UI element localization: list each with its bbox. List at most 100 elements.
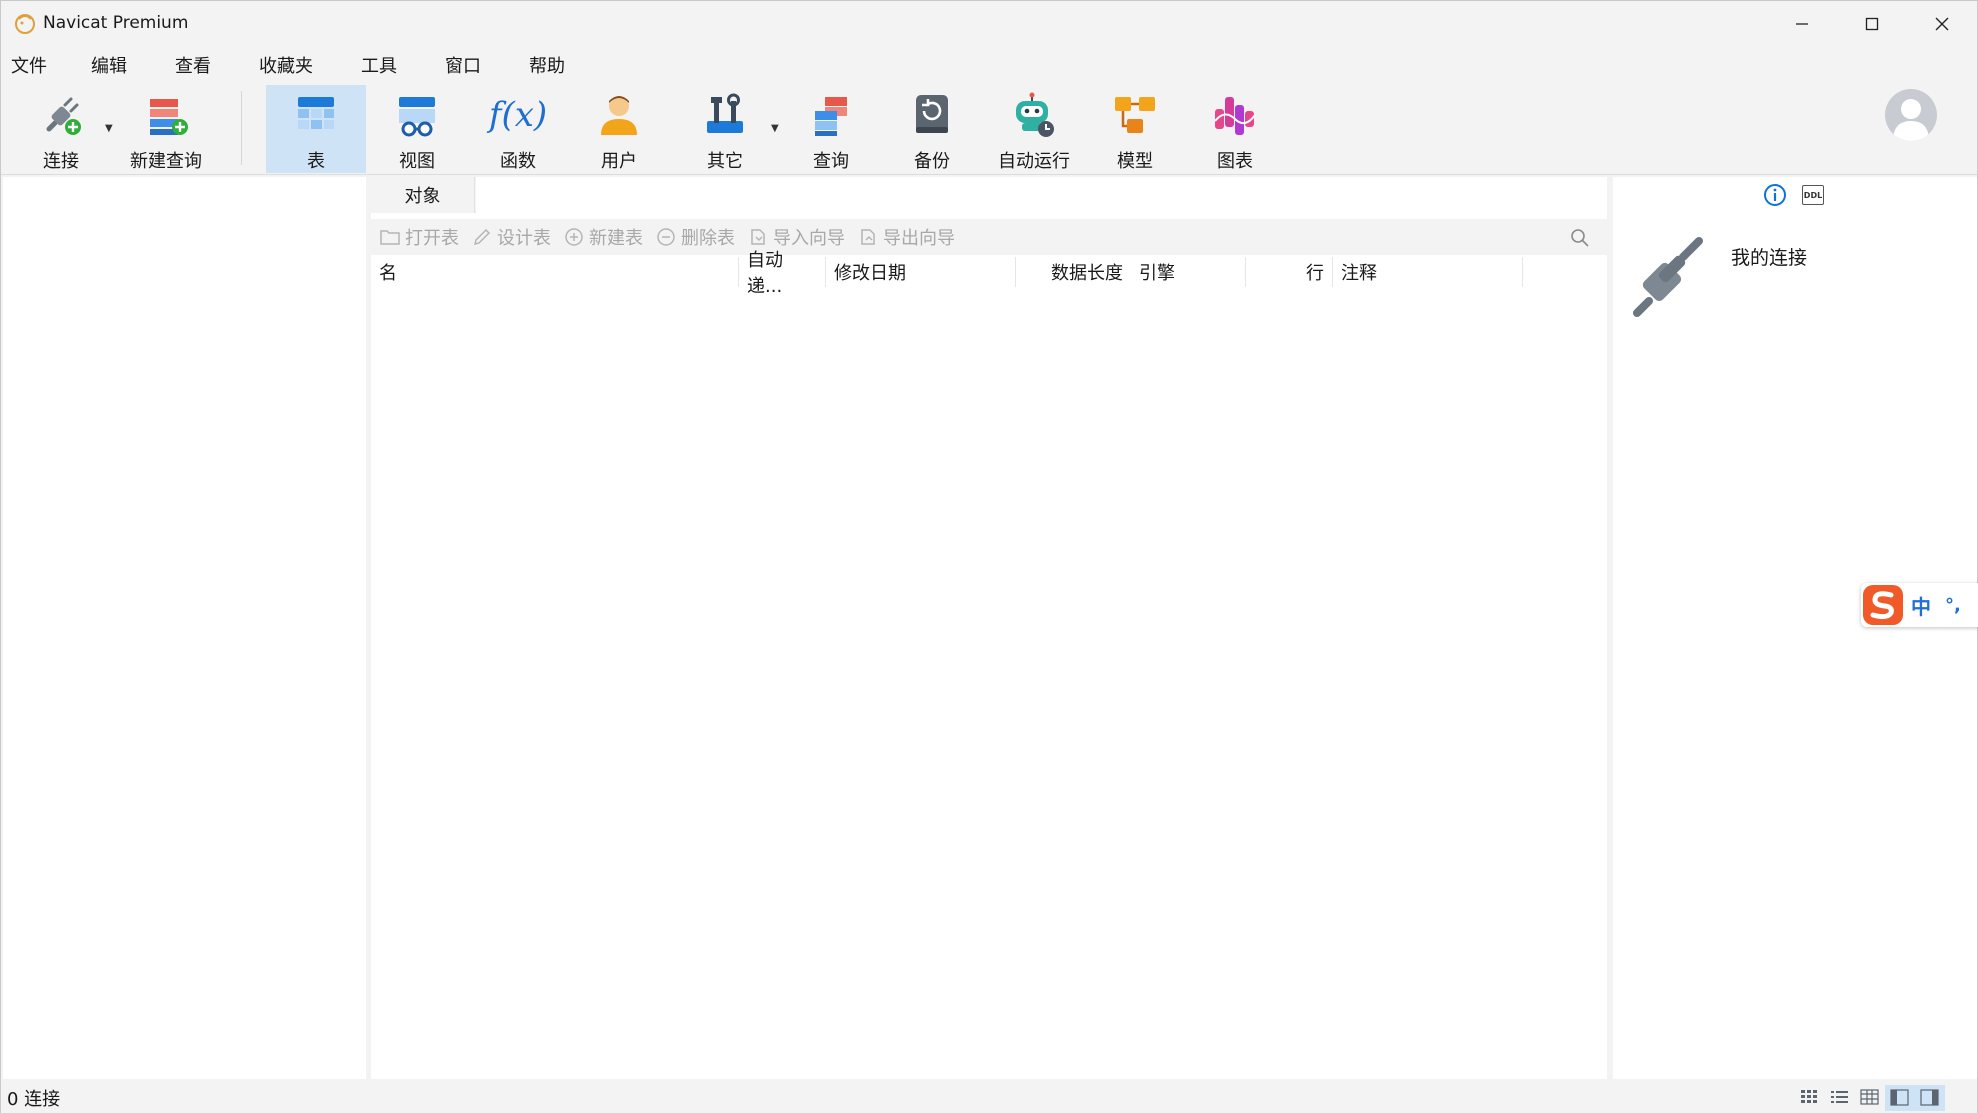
menu-view[interactable]: 查看 [163,52,223,78]
tab-objects-label: 对象 [404,186,441,207]
navicat-logo-icon [15,14,35,34]
toolbar-other-button[interactable]: 其它 [685,85,765,173]
menu-window[interactable]: 窗口 [433,52,493,78]
chart-icon [1209,89,1261,141]
menu-help[interactable]: 帮助 [517,52,577,78]
toolbar-separator [241,91,242,165]
toolbar-model-label: 模型 [1117,151,1153,172]
view-mode-switcher [1795,1085,1945,1111]
connect-dropdown-caret-icon[interactable]: ▼ [105,123,113,134]
toolbar-backup-button[interactable]: 备份 [892,85,972,173]
open-table-button[interactable]: 打开表 [379,224,459,250]
list-view-button[interactable] [1825,1085,1855,1111]
minimize-button[interactable] [1767,1,1837,47]
close-button[interactable] [1907,1,1977,47]
ime-punctuation-indicator[interactable]: °, [1945,595,1961,616]
user-avatar[interactable] [1885,89,1937,141]
design-table-button[interactable]: 设计表 [471,224,551,250]
toolbar-table-button[interactable]: 表 [266,85,366,173]
toolbar-new-query-button[interactable]: 新建查询 [125,85,207,173]
column-header-engine[interactable]: 引擎 [1131,257,1246,287]
toolbar-function-button[interactable]: f(x) 函数 [478,85,558,173]
toolbar-other-label: 其它 [707,151,743,172]
detail-view-button[interactable] [1855,1085,1885,1111]
close-icon [1935,17,1949,31]
toolbar-connect-button[interactable]: 连接 [23,85,99,173]
toolbar-model-button[interactable]: 模型 [1095,85,1175,173]
toolbar-backup-label: 备份 [914,151,950,172]
column-header-modified-date-label: 修改日期 [834,263,906,284]
tab-objects[interactable]: 对象 [371,177,475,213]
grid-view-button[interactable] [1795,1085,1825,1111]
column-header-modified-date[interactable]: 修改日期 [826,257,1016,287]
toolbar-automation-label: 自动运行 [998,151,1070,172]
toolbar-query-button[interactable]: 查询 [791,85,871,173]
backup-icon [906,89,958,141]
open-table-label: 打开表 [405,228,459,249]
new-query-icon [140,89,192,141]
design-table-label: 设计表 [497,228,551,249]
main-toolbar: 连接 ▼ 新建查询 表 视图 f(x) 函数 用户 其它 ▼ 查询 备份 自动运… [1,83,1977,175]
column-header-comment[interactable]: 注释 [1333,257,1523,287]
object-action-bar: 打开表 设计表 新建表 删除表 导入向导 导出向导 [371,219,1607,255]
menu-favorites[interactable]: 收藏夹 [247,52,325,78]
column-header-rows[interactable]: 行 [1246,257,1333,287]
menu-bar: 文件 编辑 查看 收藏夹 工具 窗口 帮助 [1,47,1977,83]
maximize-icon [1865,17,1879,31]
column-header-auto-increment[interactable]: 自动递... [739,250,826,297]
minus-circle-icon [655,226,677,248]
function-icon: f(x) [488,95,548,135]
tab-strip-empty [476,177,1607,213]
other-dropdown-caret-icon[interactable]: ▼ [771,123,779,134]
export-wizard-label: 导出向导 [883,228,955,249]
grid-view-icon [1801,1090,1817,1103]
right-pane-icon [1920,1089,1939,1106]
ime-toolbar[interactable]: 中 °, [1861,583,1978,627]
menu-edit[interactable]: 编辑 [79,52,139,78]
folder-open-icon [379,226,401,248]
list-view-icon [1831,1091,1848,1103]
title-bar: Navicat Premium [1,1,1977,47]
export-icon [857,226,879,248]
connection-plug-icon [1633,237,1703,317]
table-icon [290,89,342,141]
toolbar-view-button[interactable]: 视图 [377,85,457,173]
column-header-name-label: 名 [379,263,397,284]
toolbar-chart-label: 图表 [1217,151,1253,172]
toggle-right-pane-button[interactable] [1915,1085,1945,1111]
navicat-window: Navicat Premium 文件 编辑 查看 收藏夹 工具 窗口 帮助 连接… [0,0,1978,1113]
query-icon [805,89,857,141]
avatar-person-icon [1893,99,1929,141]
toolbar-automation-button[interactable]: 自动运行 [989,85,1079,173]
search-icon[interactable] [1569,227,1591,249]
toolbar-function-label: 函数 [500,151,536,172]
status-bar: 0 连接 [1,1081,1977,1113]
info-icon[interactable] [1763,183,1787,207]
connection-count-status: 0 连接 [7,1088,61,1110]
toolbar-table-label: 表 [307,151,325,172]
toolbar-user-label: 用户 [601,151,637,172]
delete-table-button[interactable]: 删除表 [655,224,735,250]
connection-tree-panel[interactable] [3,177,366,1079]
connection-title: 我的连接 [1731,247,1808,269]
tools-icon [699,89,751,141]
toolbar-user-button[interactable]: 用户 [579,85,659,173]
column-header-name[interactable]: 名 [371,257,739,287]
detail-view-icon [1860,1089,1879,1105]
export-wizard-button[interactable]: 导出向导 [857,224,955,250]
toolbar-new-query-label: 新建查询 [130,151,202,172]
menu-tools[interactable]: 工具 [349,52,409,78]
plus-circle-icon [563,226,585,248]
column-header-data-length[interactable]: 数据长度 [1016,257,1131,287]
menu-file[interactable]: 文件 [1,52,59,78]
toggle-left-pane-button[interactable] [1885,1085,1915,1111]
new-table-button[interactable]: 新建表 [563,224,643,250]
model-icon [1109,89,1161,141]
ddl-icon[interactable]: DDL [1802,185,1824,205]
toolbar-chart-button[interactable]: 图表 [1195,85,1275,173]
new-table-label: 新建表 [589,228,643,249]
object-tab-strip: 对象 [371,177,1607,213]
ime-mode-indicator[interactable]: 中 [1911,591,1931,620]
maximize-button[interactable] [1837,1,1907,47]
object-grid-header: 名 自动递... 修改日期 数据长度 引擎 行 注释 [371,250,1607,297]
